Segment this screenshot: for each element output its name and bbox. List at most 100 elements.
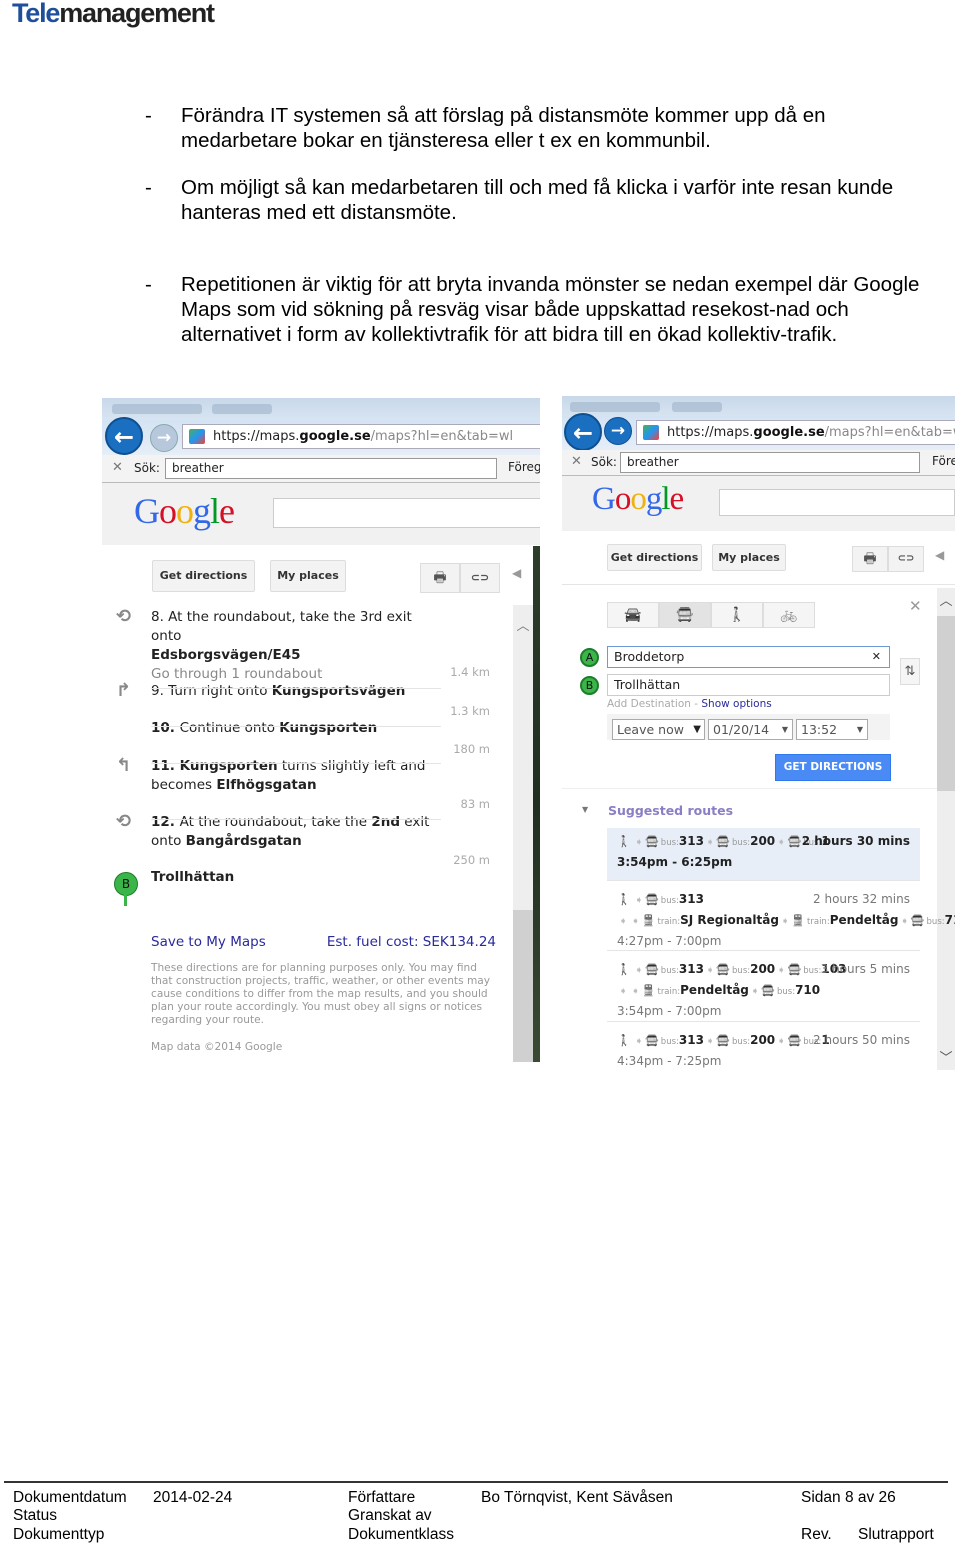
collapse-panel-icon[interactable]: ◀ bbox=[512, 566, 521, 580]
route-segment: bus:710 bbox=[927, 913, 955, 927]
back-arrow-icon[interactable]: ← bbox=[105, 417, 143, 455]
previous-button[interactable]: Föreg bbox=[508, 460, 540, 474]
route-option[interactable]: 🚶 ➧ 🚍 bus:313 ➧ 🚍 bus:200 ➧ 🚍 bus:1 2 hours 30 min… bbox=[607, 828, 920, 880]
forward-arrow-icon[interactable]: → bbox=[604, 417, 632, 445]
scroll-up-icon[interactable]: ︿ bbox=[513, 615, 533, 634]
walk-icon[interactable]: 🚶 bbox=[711, 602, 763, 628]
rev-label: Rev. bbox=[801, 1526, 832, 1543]
route-mode-label: train: bbox=[807, 917, 830, 927]
scroll-down-icon[interactable]: ﹀ bbox=[937, 1047, 955, 1066]
close-icon[interactable]: ✕ bbox=[571, 454, 582, 469]
previous-button[interactable]: Före bbox=[932, 454, 955, 468]
show-options-link[interactable]: Show options bbox=[701, 698, 771, 710]
swap-icon[interactable]: ⇅ bbox=[900, 658, 920, 685]
close-icon[interactable]: ✕ bbox=[112, 460, 123, 475]
find-input[interactable]: breather bbox=[620, 452, 920, 473]
back-arrow-icon[interactable]: ← bbox=[564, 413, 602, 451]
route-option[interactable]: 🚶 ➧ 🚍 bus:313 2 hours 32 mins ➧ ➧ 🚆 train:SJ Reg… bbox=[607, 880, 955, 948]
add-destination-link[interactable]: Add Destination bbox=[607, 698, 691, 710]
maps-search-input[interactable] bbox=[273, 498, 540, 528]
date-select[interactable]: 01/20/14 ▼ bbox=[708, 719, 793, 740]
link-icon[interactable]: ⊂⊃ bbox=[888, 546, 924, 572]
route-times: 4:27pm - 7:00pm bbox=[617, 934, 722, 948]
route-line-name: 313 bbox=[678, 834, 704, 848]
route-duration: 2 hours 32 mins bbox=[813, 892, 910, 906]
collapse-panel-icon[interactable]: ◀ bbox=[935, 548, 944, 562]
find-label: Sök: bbox=[134, 461, 160, 475]
origin-input[interactable]: Broddetorp ✕ bbox=[607, 646, 890, 668]
train-icon: 🚆 bbox=[791, 914, 806, 927]
arrow-icon: ➧ bbox=[705, 1036, 715, 1047]
forward-arrow-icon[interactable]: → bbox=[150, 424, 178, 452]
route-times: 4:34pm - 7:25pm bbox=[617, 1054, 722, 1068]
route-mode-label: bus: bbox=[732, 966, 751, 976]
arrow-icon: ➧ bbox=[777, 1036, 786, 1047]
link-icon[interactable]: ⊂⊃ bbox=[460, 563, 500, 593]
fuel-cost: Est. fuel cost: SEK134.24 bbox=[326, 934, 496, 950]
route-option[interactable]: 🚶 ➧ 🚍 bus:313 ➧ 🚍 bus:200 ➧ 🚍 bus:103 3 hours 5 mi… bbox=[607, 950, 920, 1018]
suggested-routes-heading[interactable]: Suggested routes bbox=[608, 803, 733, 818]
find-input[interactable]: breather bbox=[165, 458, 497, 479]
collapse-caret-icon[interactable]: ▼ bbox=[582, 805, 588, 814]
google-logo-letter: o bbox=[630, 481, 646, 517]
scrollbar[interactable]: ︿ ﹀ bbox=[937, 588, 955, 1070]
scrollbar[interactable]: ︿ bbox=[513, 605, 533, 1062]
my-places-button[interactable]: My places bbox=[270, 560, 346, 592]
direction-step[interactable]: 8. At the roundabout, take the 3rd exit … bbox=[151, 608, 441, 684]
get-directions-button[interactable]: Get directions bbox=[152, 560, 255, 592]
my-places-button[interactable]: My places bbox=[712, 544, 786, 571]
author: Bo Törnqvist, Kent Sävåsen bbox=[481, 1489, 673, 1506]
route-mode-label: bus: bbox=[660, 1037, 679, 1047]
scrollbar-thumb[interactable] bbox=[937, 616, 955, 791]
bike-icon[interactable]: 🚲 bbox=[763, 602, 815, 628]
leave-now-select[interactable]: Leave now ▼ bbox=[612, 719, 705, 740]
route-line-name: 710 bbox=[795, 983, 821, 997]
close-directions-icon[interactable]: ✕ bbox=[909, 597, 922, 615]
class-label: Dokumentklass bbox=[348, 1526, 454, 1543]
step-line: 8. At the roundabout, take the 3rd exit … bbox=[151, 608, 441, 646]
bullet-marker: - bbox=[145, 104, 152, 127]
google-logo-letter: l bbox=[210, 491, 220, 531]
get-directions-button[interactable]: Get directions bbox=[607, 544, 702, 571]
route-duration: 2 hours 50 mins bbox=[813, 1033, 910, 1047]
bus-icon: 🚍 bbox=[716, 1034, 731, 1047]
route-mode-label: bus: bbox=[660, 838, 679, 848]
doc-date-label: Dokumentdatum bbox=[13, 1489, 127, 1506]
clear-origin-icon[interactable]: ✕ bbox=[872, 647, 881, 667]
step-distance: 1.4 km bbox=[450, 665, 490, 679]
destination-pin-icon: B bbox=[114, 872, 138, 896]
route-duration: 3 hours 5 mins bbox=[820, 962, 910, 976]
step-text: Kungsportsvägen bbox=[271, 683, 406, 699]
arrow-icon: ➧ bbox=[634, 1036, 644, 1047]
step-text: exit bbox=[400, 814, 430, 830]
route-segment: train:Pendeltåg bbox=[657, 983, 748, 997]
direction-step[interactable]: 10. Continue onto Kungsporten bbox=[151, 719, 441, 738]
destination-input[interactable]: Trollhättan bbox=[607, 674, 890, 696]
time-select[interactable]: 13:52 ▼ bbox=[796, 719, 868, 740]
get-directions-submit-button[interactable]: GET DIRECTIONS bbox=[775, 754, 891, 781]
map-view[interactable] bbox=[533, 546, 540, 1062]
divider bbox=[562, 788, 937, 789]
arrow-icon: ➧ bbox=[619, 916, 628, 927]
transit-icon[interactable]: 🚍 bbox=[659, 602, 711, 628]
maps-search-input[interactable] bbox=[719, 489, 955, 516]
scrollbar-thumb[interactable] bbox=[513, 910, 533, 1062]
scroll-up-icon[interactable]: ︿ bbox=[937, 590, 955, 609]
car-icon[interactable]: 🚘 bbox=[607, 602, 659, 628]
direction-step[interactable]: 9. Turn right onto Kungsportsvägen bbox=[151, 682, 441, 701]
address-bar[interactable]: https://maps.google.se/maps?hl=en&tab=wl bbox=[182, 424, 540, 449]
step-text: At the roundabout, take the bbox=[179, 814, 372, 830]
google-logo: Google bbox=[134, 490, 235, 532]
address-bar[interactable]: https://maps.google.se/maps?hl=en&tab=wl bbox=[636, 420, 955, 445]
print-icon[interactable]: 🖶 bbox=[852, 546, 888, 572]
google-logo-letter: g bbox=[645, 481, 662, 517]
route-option[interactable]: 🚶 ➧ 🚍 bus:313 ➧ 🚍 bus:200 ➧ 🚍 bus:1 2 hours 50 min… bbox=[607, 1021, 920, 1068]
caret-down-icon: ▼ bbox=[856, 725, 863, 734]
print-icon[interactable]: 🖶 bbox=[420, 563, 460, 593]
google-logo-letter: o bbox=[176, 491, 194, 531]
route-line-name: SJ Regionaltåg bbox=[680, 913, 779, 927]
step-text: Continue onto bbox=[179, 720, 280, 736]
roundabout-icon: ⟲ bbox=[116, 811, 132, 832]
browser-nav: ← → https://maps.google.se/maps?hl=en&ta… bbox=[102, 417, 540, 455]
arrow-icon: ➧ bbox=[777, 837, 786, 848]
